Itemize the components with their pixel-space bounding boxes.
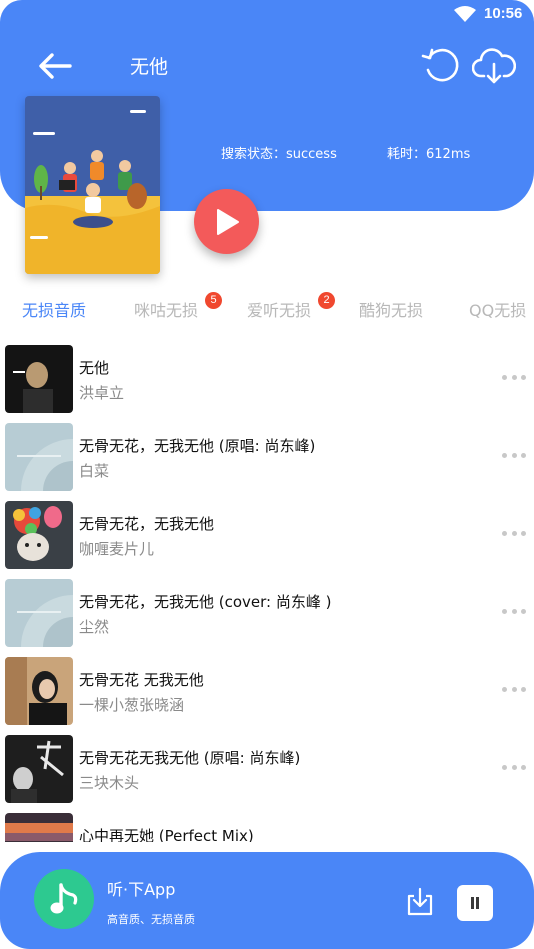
- song-thumbnail: [5, 579, 73, 647]
- more-options-button[interactable]: [500, 526, 528, 540]
- elapsed-time: 耗时：612ms: [387, 147, 471, 162]
- app-name: 听·下App: [107, 880, 176, 899]
- more-options-button[interactable]: [500, 448, 528, 462]
- song-thumbnail: [5, 501, 73, 569]
- tab-qq-lossless[interactable]: QQ无损: [469, 297, 526, 321]
- tab-aiting-lossless[interactable]: 爱听无损: [247, 297, 311, 321]
- music-note-icon: [50, 883, 78, 914]
- song-row[interactable]: 无骨无花，无我无他 咖喱麦片儿: [0, 496, 534, 574]
- song-row[interactable]: 无骨无花无我无他 (原唱: 尚东峰) 三块木头: [0, 730, 534, 808]
- song-row[interactable]: 无骨无花，无我无他 (原唱: 尚东峰) 白菜: [0, 418, 534, 496]
- arrow-left-icon: [39, 53, 72, 79]
- song-artist: 三块木头: [79, 774, 140, 792]
- song-artist: 洪卓立: [79, 384, 125, 402]
- song-title: 无骨无花无我无他 (原唱: 尚东峰): [79, 749, 301, 767]
- back-button[interactable]: [34, 48, 76, 84]
- song-row[interactable]: 无骨无花 无我无他 一棵小葱张晓涵: [0, 652, 534, 730]
- song-title: 无骨无花 无我无他: [79, 671, 204, 689]
- song-thumbnail: [5, 345, 73, 413]
- song-title: 心中再无她 (Perfect Mix): [79, 827, 254, 842]
- page-title: 无他: [130, 56, 169, 78]
- song-title: 无骨无花，无我无他: [79, 515, 215, 533]
- cloud-download-icon: [471, 48, 517, 84]
- more-options-button[interactable]: [500, 760, 528, 774]
- play-icon: [216, 208, 239, 235]
- more-options-button[interactable]: [500, 370, 528, 384]
- tab-kugou-lossless[interactable]: 酷狗无损: [359, 297, 423, 321]
- refresh-icon: [421, 48, 459, 82]
- song-row[interactable]: 无骨无花，无我无他 (cover: 尚东峰 ) 尘然: [0, 574, 534, 652]
- song-row[interactable]: 无他 洪卓立: [0, 340, 534, 418]
- song-thumbnail: [5, 423, 73, 491]
- more-options-button[interactable]: [500, 604, 528, 618]
- song-title: 无骨无花，无我无他 (cover: 尚东峰 ): [79, 593, 332, 611]
- album-cover: [25, 96, 160, 274]
- wifi-icon: [454, 6, 476, 22]
- song-artist: 一棵小葱张晓涵: [79, 696, 185, 714]
- play-button[interactable]: [194, 189, 259, 254]
- song-thumbnail: [5, 657, 73, 725]
- song-title: 无骨无花，无我无他 (原唱: 尚东峰): [79, 437, 316, 455]
- mini-player: 听·下App 高音质、无损音质: [0, 852, 534, 949]
- source-tabs: 无损音质 咪咕无损 5 爱听无损 2 酷狗无损 QQ无损: [0, 290, 534, 326]
- song-thumbnail: [5, 735, 73, 803]
- album-cover-image: [25, 96, 160, 274]
- song-row[interactable]: 心中再无她 (Perfect Mix): [0, 808, 534, 842]
- refresh-button[interactable]: [420, 44, 462, 86]
- song-artist: 白菜: [79, 462, 110, 480]
- more-options-button[interactable]: [500, 682, 528, 696]
- search-status: 搜索状态：success: [221, 147, 337, 162]
- tab-lossless-quality[interactable]: 无损音质: [22, 297, 86, 321]
- status-bar: 10:56: [0, 0, 534, 28]
- cloud-download-button[interactable]: [471, 44, 517, 86]
- song-title: 无他: [79, 359, 110, 377]
- song-artist: 尘然: [79, 618, 110, 636]
- app-logo[interactable]: [34, 869, 94, 929]
- pause-button[interactable]: [457, 885, 493, 921]
- download-icon: [407, 887, 433, 916]
- status-time: 10:56: [484, 5, 523, 22]
- song-list: 无他 洪卓立 无骨无花，无我无他 (原唱: 尚东峰) 白菜 无骨无花，无我无他 …: [0, 340, 534, 842]
- tab-badge-aiting: 2: [318, 292, 335, 309]
- tab-migu-lossless[interactable]: 咪咕无损: [134, 297, 198, 321]
- pause-icon: [471, 897, 479, 909]
- player-download-button[interactable]: [404, 886, 436, 918]
- song-thumbnail: [5, 813, 73, 842]
- song-artist: 咖喱麦片儿: [79, 540, 155, 558]
- tab-badge-migu: 5: [205, 292, 222, 309]
- app-description: 高音质、无损音质: [107, 913, 195, 926]
